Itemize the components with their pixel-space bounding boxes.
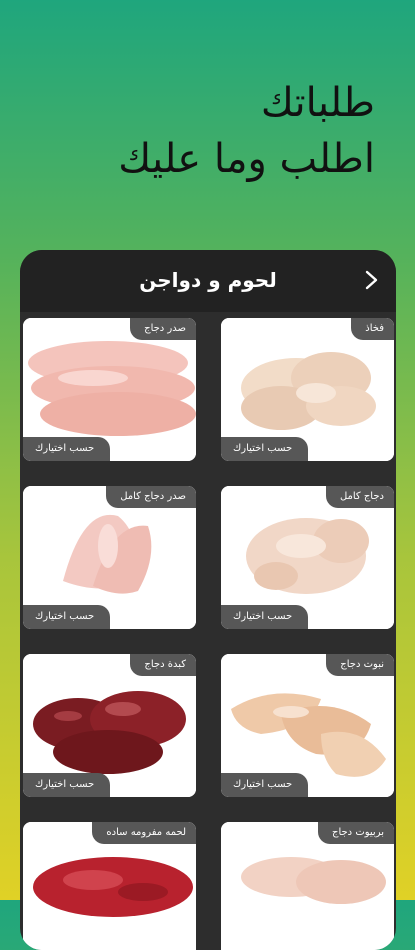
product-name: دجاج كامل: [325, 486, 394, 508]
product-name: نبوت دجاج: [326, 654, 394, 676]
product-grid: فخاذ حسب اختيارك صدر دجاج حسب اختيارك دج…: [20, 312, 396, 950]
product-name: كبدة دجاج: [130, 654, 196, 676]
choose-option-label[interactable]: حسب اختيارك: [221, 773, 309, 797]
product-card-thighs[interactable]: فخاذ حسب اختيارك: [221, 318, 394, 461]
product-card-liver[interactable]: كبدة دجاج حسب اختيارك: [23, 654, 196, 797]
product-card-boneless[interactable]: بربيوت دجاج: [221, 822, 394, 950]
top-app-bar: لحوم و دواجن: [20, 250, 396, 312]
choose-option-label[interactable]: حسب اختيارك: [221, 437, 309, 461]
product-card-whole-breast[interactable]: صدر دجاج كامل حسب اختيارك: [23, 486, 196, 629]
choose-option-label[interactable]: حسب اختيارك: [23, 437, 111, 461]
product-card-drumsticks[interactable]: نبوت دجاج حسب اختيارك: [221, 654, 394, 797]
product-name: فخاذ: [351, 318, 394, 340]
product-name: بربيوت دجاج: [318, 822, 394, 844]
product-card-whole-chicken[interactable]: دجاج كامل حسب اختيارك: [221, 486, 394, 629]
product-name: صدر دجاج كامل: [106, 486, 196, 508]
choose-option-label[interactable]: حسب اختيارك: [221, 605, 309, 629]
phone-screen: لحوم و دواجن فخاذ حسب اختيارك صدر دجاج ح…: [20, 250, 396, 950]
chevron-right-icon[interactable]: [360, 269, 382, 291]
product-card-minced-meat[interactable]: لحمه مفرومه ساده: [23, 822, 196, 950]
product-name: لحمه مفرومه ساده: [92, 822, 196, 844]
choose-option-label[interactable]: حسب اختيارك: [23, 605, 111, 629]
product-card-breast[interactable]: صدر دجاج حسب اختيارك: [23, 318, 196, 461]
headline-line-2: اطلب وما عليك: [118, 136, 375, 182]
promo-headline: طلباتك اطلب وما عليك: [15, 78, 375, 184]
screen-title: لحوم و دواجن: [139, 268, 277, 292]
headline-line-1: طلباتك: [260, 80, 375, 126]
product-name: صدر دجاج: [130, 318, 196, 340]
choose-option-label[interactable]: حسب اختيارك: [23, 773, 111, 797]
